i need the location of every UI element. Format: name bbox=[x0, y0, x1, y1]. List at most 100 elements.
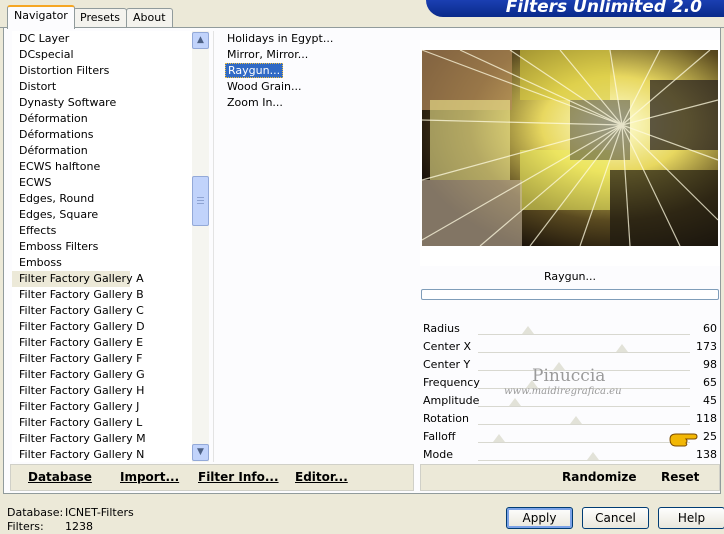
param-value: 138 bbox=[696, 448, 717, 461]
category-item[interactable]: Filter Factory Gallery J bbox=[12, 399, 208, 415]
category-item[interactable]: Filter Factory Gallery A bbox=[12, 271, 144, 287]
filter-list[interactable]: Holidays in Egypt... Mirror, Mirror... Ray… bbox=[220, 31, 414, 462]
param-slider[interactable] bbox=[478, 406, 690, 407]
pointing-hand-icon bbox=[668, 430, 698, 448]
category-item[interactable]: Effects bbox=[12, 223, 208, 239]
param-row: Center X 173 bbox=[420, 338, 720, 356]
filters-label: Filters: bbox=[7, 520, 44, 533]
category-scrollbar[interactable]: ▲ ▼ bbox=[192, 31, 209, 462]
database-button[interactable]: Database bbox=[28, 470, 92, 484]
category-item[interactable]: Emboss bbox=[12, 255, 208, 271]
app-banner: Filters Unlimited 2.0 bbox=[426, 0, 724, 17]
right-button-bar: Randomize Reset bbox=[420, 464, 720, 491]
category-item[interactable]: ECWS halftone bbox=[12, 159, 208, 175]
category-item[interactable]: Filter Factory Gallery B bbox=[12, 287, 208, 303]
watermark-title: Pinuccia bbox=[532, 366, 606, 386]
param-value: 45 bbox=[703, 394, 717, 407]
database-info: Database: ICNET-Filters Filters: 1238 bbox=[7, 506, 134, 534]
left-button-bar: Database Import... Filter Info... Editor… bbox=[10, 464, 414, 491]
preview-image bbox=[420, 40, 720, 266]
filter-item[interactable]: Holidays in Egypt... bbox=[220, 31, 414, 47]
category-item[interactable]: Déformation bbox=[12, 143, 208, 159]
category-item[interactable]: Dynasty Software bbox=[12, 95, 208, 111]
param-row: Radius 60 bbox=[420, 320, 720, 338]
slider-thumb[interactable] bbox=[509, 398, 522, 406]
category-item[interactable]: Filter Factory Gallery D bbox=[12, 319, 208, 335]
filter-item[interactable]: Zoom In... bbox=[220, 95, 414, 111]
filter-item[interactable]: Raygun... bbox=[220, 63, 414, 79]
category-item[interactable]: Filter Factory Gallery H bbox=[12, 383, 208, 399]
param-label: Falloff bbox=[423, 430, 456, 443]
randomize-button[interactable]: Randomize bbox=[562, 470, 636, 484]
tab-bar: Navigator Presets About bbox=[0, 0, 724, 29]
tab-navigator[interactable]: Navigator bbox=[7, 5, 75, 29]
progress-bar bbox=[421, 289, 719, 300]
category-item[interactable]: Filter Factory Gallery N bbox=[12, 447, 208, 462]
category-item[interactable]: Distort bbox=[12, 79, 208, 95]
filter-item-label: Mirror, Mirror... bbox=[227, 48, 309, 61]
param-label: Radius bbox=[423, 322, 460, 335]
category-item[interactable]: DCspecial bbox=[12, 47, 208, 63]
filter-item-label: Zoom In... bbox=[227, 96, 283, 109]
param-value: 173 bbox=[696, 340, 717, 353]
tab-about[interactable]: About bbox=[126, 8, 173, 27]
param-value: 25 bbox=[703, 430, 717, 443]
category-item[interactable]: Filter Factory Gallery C bbox=[12, 303, 208, 319]
category-item[interactable]: ECWS bbox=[12, 175, 208, 191]
filter-info-button[interactable]: Filter Info... bbox=[198, 470, 279, 484]
param-row: Mode 138 bbox=[420, 446, 720, 464]
reset-button[interactable]: Reset bbox=[661, 470, 699, 484]
slider-thumb[interactable] bbox=[570, 416, 583, 424]
slider-thumb[interactable] bbox=[492, 434, 505, 442]
category-list[interactable]: DC Layer DCspecial Distortion Filters Disto… bbox=[12, 31, 208, 462]
filter-item-label: Raygun... bbox=[225, 63, 284, 78]
param-label: Mode bbox=[423, 448, 453, 461]
category-item[interactable]: Déformation bbox=[12, 111, 208, 127]
filter-item-label: Wood Grain... bbox=[227, 80, 302, 93]
category-item[interactable]: Edges, Round bbox=[12, 191, 208, 207]
database-value: ICNET-Filters bbox=[65, 506, 134, 519]
category-item[interactable]: Filter Factory Gallery M bbox=[12, 431, 208, 447]
apply-button[interactable]: Apply bbox=[506, 507, 573, 529]
param-slider[interactable] bbox=[478, 352, 690, 353]
param-value: 60 bbox=[703, 322, 717, 335]
param-slider[interactable] bbox=[478, 460, 690, 461]
tab-presets[interactable]: Presets bbox=[73, 8, 128, 27]
filter-item-label: Holidays in Egypt... bbox=[227, 32, 334, 45]
editor-button[interactable]: Editor... bbox=[295, 470, 348, 484]
cancel-button[interactable]: Cancel bbox=[582, 507, 649, 529]
param-label: Center Y bbox=[423, 358, 471, 371]
param-slider[interactable] bbox=[478, 334, 690, 335]
help-button[interactable]: Help bbox=[658, 507, 724, 529]
category-item[interactable]: Déformations bbox=[12, 127, 208, 143]
param-label: Amplitude bbox=[423, 394, 480, 407]
import-button[interactable]: Import... bbox=[120, 470, 179, 484]
param-value: 98 bbox=[703, 358, 717, 371]
slider-thumb[interactable] bbox=[521, 326, 534, 334]
filter-item[interactable]: Wood Grain... bbox=[220, 79, 414, 95]
watermark-url: www.maidiregrafica.eu bbox=[504, 386, 622, 397]
param-slider[interactable] bbox=[478, 424, 690, 425]
category-item[interactable]: Filter Factory Gallery E bbox=[12, 335, 208, 351]
database-label: Database: bbox=[7, 506, 64, 519]
param-row: Rotation 118 bbox=[420, 410, 720, 428]
param-value: 65 bbox=[703, 376, 717, 389]
category-item[interactable]: Edges, Square bbox=[12, 207, 208, 223]
param-value: 118 bbox=[696, 412, 717, 425]
category-item[interactable]: Emboss Filters bbox=[12, 239, 208, 255]
slider-thumb[interactable] bbox=[615, 344, 628, 352]
scroll-thumb[interactable] bbox=[192, 176, 209, 226]
current-filter-name: Raygun... bbox=[543, 270, 597, 283]
category-item[interactable]: Distortion Filters bbox=[12, 63, 208, 79]
filter-item[interactable]: Mirror, Mirror... bbox=[220, 47, 414, 63]
category-item[interactable]: Filter Factory Gallery F bbox=[12, 351, 208, 367]
param-slider[interactable] bbox=[478, 442, 690, 443]
category-item[interactable]: DC Layer bbox=[12, 31, 208, 47]
category-item[interactable]: Filter Factory Gallery G bbox=[12, 367, 208, 383]
category-item[interactable]: Filter Factory Gallery L bbox=[12, 415, 208, 431]
param-label: Frequency bbox=[423, 376, 480, 389]
scroll-down-icon[interactable]: ▼ bbox=[192, 444, 209, 461]
scroll-up-icon[interactable]: ▲ bbox=[192, 32, 209, 49]
slider-thumb[interactable] bbox=[586, 452, 599, 460]
param-label: Center X bbox=[423, 340, 472, 353]
